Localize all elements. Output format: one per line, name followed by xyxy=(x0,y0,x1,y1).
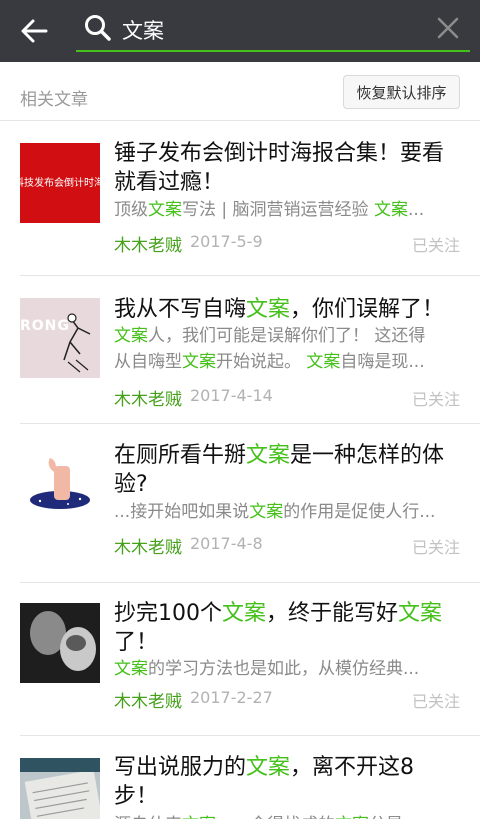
article-snippet: 源自仕来文案……今得找成的文案分是 xyxy=(114,812,458,819)
article-item[interactable]: 抄完100个文案，终于能写好文案了！ 文案的学习方法也是如此，从模仿经典... … xyxy=(0,583,480,735)
article-thumbnail xyxy=(20,603,100,683)
article-author[interactable]: 木木老贼 xyxy=(114,231,182,256)
article-date: 2017-4-8 xyxy=(190,534,263,553)
article-item[interactable]: 写出说服力的文案，离不开这8步！ 源自仕来文案……今得找成的文案分是 xyxy=(0,736,480,819)
article-author[interactable]: 木木老贼 xyxy=(114,385,182,410)
article-thumbnail xyxy=(20,758,100,819)
article-date: 2017-2-27 xyxy=(190,688,273,707)
article-snippet: 顶级文案写法 | 脑洞营销运营经验 文案... xyxy=(114,200,425,220)
followed-status: 已关注 xyxy=(411,538,460,557)
article-date: 2017-5-9 xyxy=(190,232,263,251)
results-panel: 相关文章 恢复默认排序 科技发布会倒计时海报 锤子发布会倒计时海报合集！要看就看… xyxy=(0,62,480,819)
portrait-photo xyxy=(20,603,100,683)
article-title: 在厕所看牛掰文案是一种怎样的体验? xyxy=(114,443,445,497)
article-author[interactable]: 木木老贼 xyxy=(114,687,182,712)
search-field[interactable]: 文案 xyxy=(76,8,470,52)
article-thumbnail: RONG xyxy=(20,298,100,378)
article-item[interactable]: RONG 我从不写自嗨文案，你们误解了！ 文案人，我们可能是误解你们了！ 这还得… xyxy=(0,276,480,423)
sketch-figure-illustration xyxy=(63,313,91,373)
article-item[interactable]: 科技发布会倒计时海报 锤子发布会倒计时海报合集！要看就看过瘾！ 顶级文案写法 |… xyxy=(0,121,480,274)
article-snippet-line-2: 从自嗨型文案开始说起。 文案自嗨是现... xyxy=(114,352,425,372)
article-title: 我从不写自嗨文案，你们误解了！ xyxy=(114,297,445,322)
article-snippet: 文案的学习方法也是如此，从模仿经典... xyxy=(114,659,420,679)
article-thumbnail: 科技发布会倒计时海报 xyxy=(20,143,100,223)
followed-status: 已关注 xyxy=(411,692,460,711)
thumbnail-caption: 科技发布会倒计时海报 xyxy=(20,178,100,189)
followed-status: 已关注 xyxy=(411,236,460,255)
article-date: 2017-4-14 xyxy=(190,386,273,405)
thumbs-up-illustration xyxy=(30,458,90,509)
section-title: 相关文章 xyxy=(20,90,88,110)
article-snippet: 文案人，我们可能是误解你们了！ 这还得 xyxy=(114,326,426,346)
followed-status: 已关注 xyxy=(411,390,460,409)
search-input[interactable]: 文案 xyxy=(122,15,164,45)
article-author[interactable]: 木木老贼 xyxy=(114,533,182,558)
article-thumbnail xyxy=(20,446,100,526)
search-icon xyxy=(84,14,112,42)
article-title: 抄完100个文案，终于能写好文案了！ xyxy=(114,601,443,655)
back-arrow-icon[interactable] xyxy=(18,16,50,46)
clear-icon[interactable] xyxy=(436,16,460,40)
book-photo xyxy=(20,758,100,819)
restore-default-sort-button[interactable]: 恢复默认排序 xyxy=(343,75,460,109)
top-bar: 文案 xyxy=(0,0,480,62)
article-snippet: ...接开始吧如果说文案的作用是促使人行... xyxy=(114,502,436,522)
article-title: 锤子发布会倒计时海报合集！要看就看过瘾！ xyxy=(114,141,445,195)
article-title: 写出说服力的文案，离不开这8步！ xyxy=(114,755,415,809)
article-item[interactable]: 在厕所看牛掰文案是一种怎样的体验? ...接开始吧如果说文案的作用是促使人行..… xyxy=(0,424,480,582)
